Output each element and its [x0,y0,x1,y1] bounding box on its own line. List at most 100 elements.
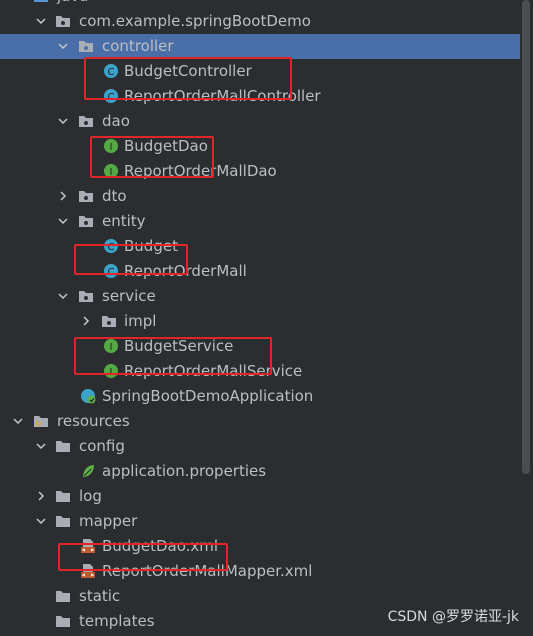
tree-node-budget-controller[interactable]: C BudgetController [0,59,520,84]
class-icon: C [103,238,119,254]
tree-label: config [79,437,125,455]
tree-label: controller [102,37,174,55]
tree-label: dao [102,112,130,130]
tree-node-dto[interactable]: dto [0,184,520,209]
package-folder-icon [78,188,94,204]
svg-text:I: I [110,342,113,353]
tree-label: static [79,587,121,605]
scrollbar-thumb[interactable] [522,0,530,474]
class-icon: C [103,63,119,79]
class-icon: C [103,88,119,104]
tree-node-config[interactable]: config [0,434,520,459]
tree-node-entity[interactable]: entity [0,209,520,234]
chevron-down-icon[interactable] [35,515,47,527]
tree-node-mapper[interactable]: mapper [0,509,520,534]
tree-node-application-properties[interactable]: application.properties [0,459,520,484]
interface-icon: I [103,138,119,154]
chevron-down-icon[interactable] [13,0,25,2]
tree-node-report-order-mall-mapper-xml[interactable]: ReportOrderMallMapper.xml [0,559,520,584]
svg-text:C: C [108,242,115,253]
tree-node-report-order-mall[interactable]: C ReportOrderMall [0,259,520,284]
tree-label: entity [102,212,146,230]
package-folder-icon [101,313,117,329]
svg-text:C: C [108,92,115,103]
project-tree: java com.example.springBootDemo controll… [0,0,520,634]
folder-icon [55,588,71,604]
tree-node-dao[interactable]: dao [0,109,520,134]
tree-node-controller[interactable]: controller [0,34,520,59]
tree-label: ReportOrderMallController [124,87,321,105]
chevron-right-icon[interactable] [80,315,92,327]
tree-node-java[interactable]: java [0,0,520,9]
svg-text:I: I [110,367,113,378]
svg-text:I: I [110,142,113,153]
tree-node-budget[interactable]: C Budget [0,234,520,259]
vertical-scrollbar[interactable] [520,0,533,636]
tree-label: application.properties [102,462,267,480]
chevron-right-icon[interactable] [57,190,69,202]
package-folder-icon [55,13,71,29]
interface-icon: I [103,338,119,354]
tree-node-budget-service[interactable]: I BudgetService [0,334,520,359]
tree-node-application-class[interactable]: SpringBootDemoApplication [0,384,520,409]
tree-label: dto [102,187,127,205]
folder-icon [55,488,71,504]
tree-node-report-order-mall-controller[interactable]: C ReportOrderMallController [0,84,520,109]
tree-label: ReportOrderMallService [124,362,303,380]
folder-icon [55,438,71,454]
folder-icon [55,613,71,629]
tree-label: impl [124,312,157,330]
svg-text:C: C [108,67,115,78]
tree-label: resources [57,412,130,430]
tree-node-impl[interactable]: impl [0,309,520,334]
tree-node-service[interactable]: service [0,284,520,309]
chevron-down-icon[interactable] [12,415,24,427]
interface-icon: I [103,363,119,379]
xml-file-icon [80,538,96,554]
package-folder-icon [78,38,94,54]
tree-node-budget-dao[interactable]: I BudgetDao [0,134,520,159]
tree-label: Budget [124,237,178,255]
tree-node-budget-dao-xml[interactable]: BudgetDao.xml [0,534,520,559]
tree-label: templates [79,612,155,630]
spring-properties-icon [80,463,96,479]
tree-node-resources[interactable]: resources [0,409,520,434]
tree-label: BudgetDao.xml [102,537,219,555]
chevron-right-icon[interactable] [35,490,47,502]
tree-label: service [102,287,156,305]
chevron-down-icon[interactable] [57,115,69,127]
package-folder-icon [78,113,94,129]
folder-icon [55,513,71,529]
chevron-down-icon[interactable] [57,290,69,302]
tree-label: ReportOrderMallDao [124,162,277,180]
tree-label: com.example.springBootDemo [79,12,311,30]
tree-label: ReportOrderMallMapper.xml [102,562,313,580]
tree-node-log[interactable]: log [0,484,520,509]
tree-label: java [57,0,88,6]
tree-node-package[interactable]: com.example.springBootDemo [0,9,520,34]
class-icon: C [103,263,119,279]
tree-label: BudgetService [124,337,234,355]
source-folder-icon [33,0,49,4]
chevron-down-icon[interactable] [57,40,69,52]
package-folder-icon [78,288,94,304]
spring-boot-class-icon [80,388,96,404]
xml-file-icon [80,563,96,579]
tree-node-report-order-mall-service[interactable]: I ReportOrderMallService [0,359,520,384]
tree-label: SpringBootDemoApplication [102,387,314,405]
tree-label: mapper [79,512,138,530]
chevron-down-icon[interactable] [57,215,69,227]
package-folder-icon [78,213,94,229]
tree-label: ReportOrderMall [124,262,247,280]
tree-node-report-order-mall-dao[interactable]: I ReportOrderMallDao [0,159,520,184]
watermark: CSDN @罗罗诺亚-jk [387,609,519,625]
tree-label: BudgetDao [124,137,208,155]
chevron-down-icon[interactable] [35,440,47,452]
tree-label: BudgetController [124,62,252,80]
interface-icon: I [103,163,119,179]
svg-text:I: I [110,167,113,178]
svg-text:C: C [108,267,115,278]
resources-folder-icon [33,413,49,429]
chevron-down-icon[interactable] [35,15,47,27]
tree-label: log [79,487,102,505]
